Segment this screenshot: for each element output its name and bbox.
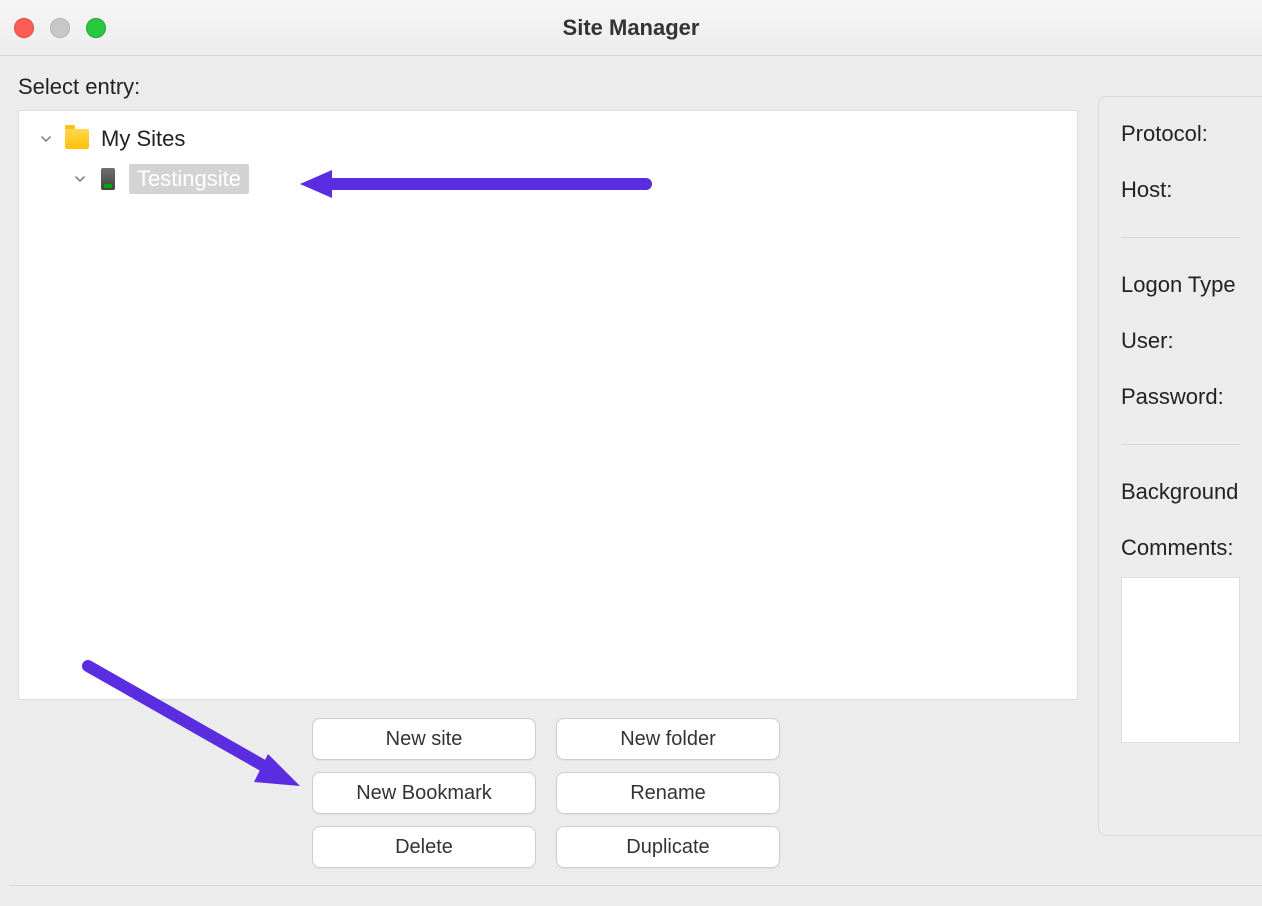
comments-textarea[interactable]	[1121, 577, 1240, 743]
user-label: User:	[1121, 328, 1240, 354]
tree-row-site[interactable]: Testingsite	[23, 159, 1073, 199]
tree-site-label[interactable]: Testingsite	[129, 164, 249, 194]
logon-type-label: Logon Type	[1121, 272, 1240, 298]
close-window-button[interactable]	[14, 18, 34, 38]
password-label: Password:	[1121, 384, 1240, 410]
protocol-label: Protocol:	[1121, 121, 1240, 147]
server-icon	[101, 168, 115, 190]
divider	[1121, 444, 1240, 445]
site-tree[interactable]: My Sites Testingsite	[18, 110, 1078, 700]
delete-button[interactable]: Delete	[312, 826, 536, 868]
new-bookmark-button[interactable]: New Bookmark	[312, 772, 536, 814]
new-folder-button[interactable]: New folder	[556, 718, 780, 760]
minimize-window-button[interactable]	[50, 18, 70, 38]
rename-button[interactable]: Rename	[556, 772, 780, 814]
window-title: Site Manager	[563, 15, 700, 41]
bottom-divider	[10, 885, 1262, 886]
chevron-down-icon[interactable]	[71, 170, 89, 188]
host-label: Host:	[1121, 177, 1240, 203]
site-actions-button-grid: New site New folder New Bookmark Rename …	[312, 718, 1082, 868]
window-titlebar: Site Manager	[0, 0, 1262, 56]
divider	[1121, 237, 1240, 238]
new-site-button[interactable]: New site	[312, 718, 536, 760]
chevron-down-icon[interactable]	[37, 130, 55, 148]
traffic-lights	[14, 18, 106, 38]
connection-settings-panel: Protocol: Host: Logon Type User: Passwor…	[1098, 96, 1262, 836]
tree-row-root[interactable]: My Sites	[23, 119, 1073, 159]
comments-label: Comments:	[1121, 535, 1240, 561]
background-label: Background	[1121, 479, 1240, 505]
select-entry-label: Select entry:	[18, 74, 1082, 100]
tree-root-label: My Sites	[101, 126, 185, 152]
duplicate-button[interactable]: Duplicate	[556, 826, 780, 868]
folder-icon	[65, 129, 89, 149]
maximize-window-button[interactable]	[86, 18, 106, 38]
